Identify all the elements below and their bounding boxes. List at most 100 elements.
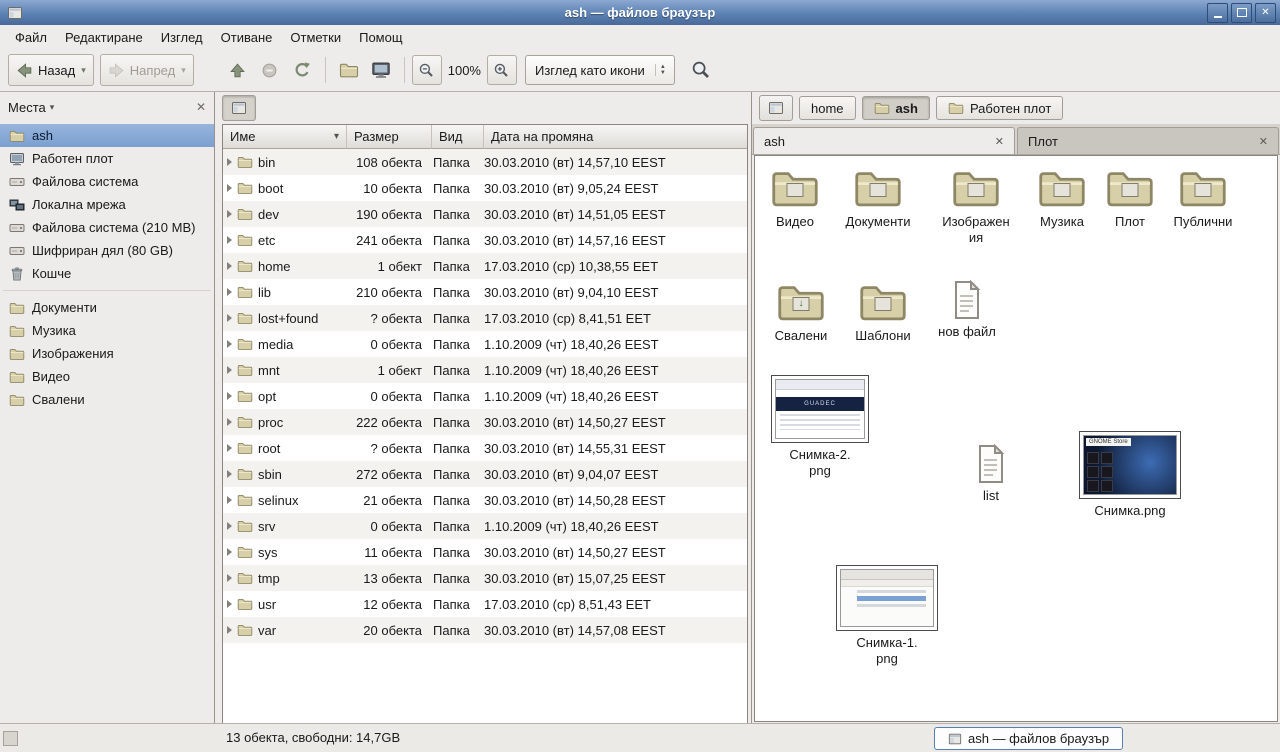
table-row[interactable]: proc222 обектаПапка30.03.2010 (вт) 14,50… xyxy=(223,409,747,435)
icon-view-item[interactable]: GUADECСнимка-2.png xyxy=(768,375,872,479)
column-header[interactable]: Вид xyxy=(432,125,484,149)
sidebar-item[interactable]: Видео xyxy=(0,365,214,388)
expander-icon[interactable] xyxy=(227,236,232,244)
path-root-button[interactable] xyxy=(759,95,793,121)
column-header[interactable]: Име▾ xyxy=(223,125,347,149)
table-row[interactable]: boot10 обектаПапка30.03.2010 (вт) 9,05,2… xyxy=(223,175,747,201)
zoom-in-button[interactable] xyxy=(487,55,517,85)
sidebar-title-dropdown-icon[interactable]: ▾ xyxy=(50,102,55,113)
icon-view-item[interactable]: Изображения xyxy=(932,166,1020,246)
menu-item[interactable]: Отиване xyxy=(212,27,282,48)
table-row[interactable]: lib210 обектаПапка30.03.2010 (вт) 9,04,1… xyxy=(223,279,747,305)
up-button[interactable] xyxy=(222,54,254,86)
icon-view-item[interactable]: GNOME StoreСнимка.png xyxy=(1078,431,1182,519)
table-row[interactable]: selinux21 обектаПапка30.03.2010 (вт) 14,… xyxy=(223,487,747,513)
computer-button[interactable] xyxy=(365,54,397,86)
icon-view-item[interactable]: Видео xyxy=(755,166,835,230)
icon-view-item[interactable]: Публични xyxy=(1163,166,1243,230)
table-row[interactable]: lost+found? обектаПапка17.03.2010 (ср) 8… xyxy=(223,305,747,331)
menu-item[interactable]: Изглед xyxy=(152,27,212,48)
table-row[interactable]: media0 обектаПапка1.10.2009 (чт) 18,40,2… xyxy=(223,331,747,357)
table-row[interactable]: sys11 обектаПапка30.03.2010 (вт) 14,50,2… xyxy=(223,539,747,565)
view-mode-select[interactable]: Изглед като икони ▲▼ xyxy=(525,55,675,85)
sidebar-item[interactable]: Локална мрежа xyxy=(0,193,214,216)
maximize-button[interactable] xyxy=(1231,3,1252,23)
expander-icon[interactable] xyxy=(227,288,232,296)
path-button[interactable]: home xyxy=(799,96,856,120)
table-row[interactable]: tmp13 обектаПапка30.03.2010 (вт) 15,07,2… xyxy=(223,565,747,591)
sidebar-item[interactable]: Файлова система (210 MB) xyxy=(0,216,214,239)
close-button[interactable]: ✕ xyxy=(1255,3,1276,23)
expander-icon[interactable] xyxy=(227,574,232,582)
expander-icon[interactable] xyxy=(227,418,232,426)
column-header[interactable]: Дата на промяна xyxy=(484,125,747,149)
icon-view-item[interactable]: Шаблони xyxy=(843,280,923,344)
expander-icon[interactable] xyxy=(227,470,232,478)
expander-icon[interactable] xyxy=(227,184,232,192)
root-location-button[interactable] xyxy=(222,95,256,121)
expander-icon[interactable] xyxy=(227,210,232,218)
menu-item[interactable]: Помощ xyxy=(350,27,411,48)
icon-view-item[interactable]: ↓Свалени xyxy=(761,280,841,344)
expander-icon[interactable] xyxy=(227,496,232,504)
expander-icon[interactable] xyxy=(227,262,232,270)
reload-button[interactable] xyxy=(286,54,318,86)
icon-view-item[interactable]: Документи xyxy=(838,166,918,230)
icon-view-item[interactable]: нов файл xyxy=(927,280,1007,340)
icon-view[interactable]: ВидеоДокументиИзображенияМузикаПлотПубли… xyxy=(754,155,1278,722)
expander-icon[interactable] xyxy=(227,548,232,556)
sidebar-item[interactable]: Кошче xyxy=(0,262,214,285)
zoom-out-button[interactable] xyxy=(412,55,442,85)
sidebar-item[interactable]: Свалени xyxy=(0,388,214,411)
table-row[interactable]: bin108 обектаПапка30.03.2010 (вт) 14,57,… xyxy=(223,149,747,175)
forward-button[interactable]: Напред ▾ xyxy=(100,54,194,86)
sidebar-item[interactable]: Изображения xyxy=(0,342,214,365)
expander-icon[interactable] xyxy=(227,158,232,166)
expander-icon[interactable] xyxy=(227,522,232,530)
table-row[interactable]: mnt1 обектПапка1.10.2009 (чт) 18,40,26 E… xyxy=(223,357,747,383)
sidebar-item[interactable]: Музика xyxy=(0,319,214,342)
icon-view-item[interactable]: Плот xyxy=(1090,166,1170,230)
path-button[interactable]: ash xyxy=(862,96,930,120)
forward-dropdown-icon[interactable]: ▾ xyxy=(181,65,186,76)
table-row[interactable]: dev190 обектаПапка30.03.2010 (вт) 14,51,… xyxy=(223,201,747,227)
back-dropdown-icon[interactable]: ▾ xyxy=(81,65,86,76)
menu-item[interactable]: Файл xyxy=(6,27,56,48)
expander-icon[interactable] xyxy=(227,626,232,634)
column-header[interactable]: Размер xyxy=(347,125,432,149)
menu-item[interactable]: Редактиране xyxy=(56,27,152,48)
sidebar-close-icon[interactable]: ✕ xyxy=(196,100,206,114)
tab[interactable]: Плот✕ xyxy=(1017,127,1279,154)
table-row[interactable]: var20 обектаПапка30.03.2010 (вт) 14,57,0… xyxy=(223,617,747,643)
table-row[interactable]: opt0 обектаПапка1.10.2009 (чт) 18,40,26 … xyxy=(223,383,747,409)
path-button[interactable]: Работен плот xyxy=(936,96,1063,120)
search-button[interactable] xyxy=(685,54,717,86)
expander-icon[interactable] xyxy=(227,444,232,452)
expander-icon[interactable] xyxy=(227,314,232,322)
home-button[interactable] xyxy=(333,54,365,86)
tab[interactable]: ash✕ xyxy=(753,127,1015,154)
sidebar-item[interactable]: Файлова система xyxy=(0,170,214,193)
tab-close-icon[interactable]: ✕ xyxy=(995,135,1004,148)
sidebar-item[interactable]: ash xyxy=(0,124,214,147)
icon-view-item[interactable]: list xyxy=(951,444,1031,504)
minimize-button[interactable] xyxy=(1207,3,1228,23)
sidebar-title[interactable]: Места xyxy=(8,100,46,115)
back-button[interactable]: Назад ▾ xyxy=(8,54,94,86)
sidebar-item[interactable]: Работен плот xyxy=(0,147,214,170)
expander-icon[interactable] xyxy=(227,340,232,348)
table-row[interactable]: etc241 обектаПапка30.03.2010 (вт) 14,57,… xyxy=(223,227,747,253)
sidebar-item[interactable]: Документи xyxy=(0,296,214,319)
table-row[interactable]: srv0 обектаПапка1.10.2009 (чт) 18,40,26 … xyxy=(223,513,747,539)
menu-item[interactable]: Отметки xyxy=(281,27,350,48)
zoom-level[interactable]: 100% xyxy=(448,63,481,78)
sidebar-item[interactable]: Шифриран дял (80 GB) xyxy=(0,239,214,262)
taskbar-window-button[interactable]: ash — файлов браузър xyxy=(934,727,1123,750)
expander-icon[interactable] xyxy=(227,366,232,374)
stop-button[interactable] xyxy=(254,54,286,86)
expander-icon[interactable] xyxy=(227,392,232,400)
table-row[interactable]: root? обектаПапка30.03.2010 (вт) 14,55,3… xyxy=(223,435,747,461)
table-row[interactable]: sbin272 обектаПапка30.03.2010 (вт) 9,04,… xyxy=(223,461,747,487)
icon-view-item[interactable]: Снимка-1.png xyxy=(835,565,939,667)
expander-icon[interactable] xyxy=(227,600,232,608)
